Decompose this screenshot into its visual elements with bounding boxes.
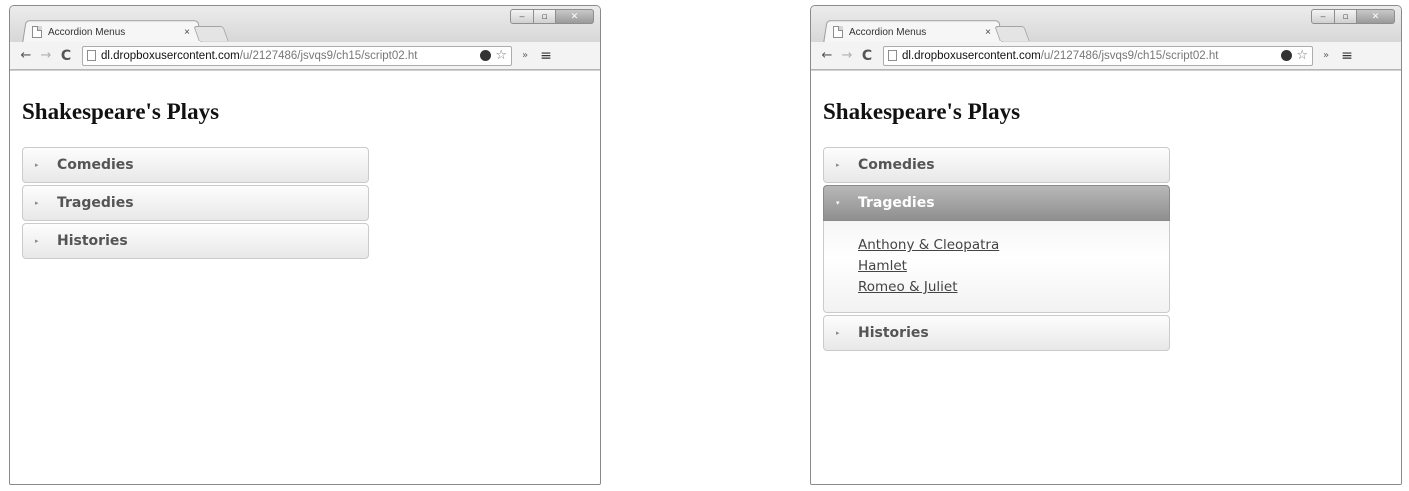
- reload-icon[interactable]: C: [56, 48, 76, 64]
- reload-icon[interactable]: C: [857, 48, 877, 64]
- collapsed-arrow-icon: ▸: [836, 329, 840, 337]
- menu-icon[interactable]: ≡: [1339, 48, 1355, 64]
- page-viewport: Shakespeare's Plays ▸ Comedies ▾ Tragedi…: [811, 70, 1401, 484]
- accordion-header-tragedies[interactable]: ▸ Tragedies: [22, 185, 369, 221]
- play-link[interactable]: Anthony & Cleopatra: [858, 235, 1169, 256]
- close-window-button[interactable]: ✕: [1357, 9, 1395, 24]
- menu-icon[interactable]: ≡: [538, 48, 554, 64]
- omnibox-actions: ☆: [480, 48, 511, 63]
- back-icon[interactable]: ←: [817, 48, 837, 63]
- browser-tab[interactable]: Accordion Menus ×: [833, 23, 995, 41]
- accordion-header-tragedies[interactable]: ▾ Tragedies: [823, 185, 1170, 221]
- accordion-label: Comedies: [57, 157, 134, 173]
- url-text[interactable]: dl.dropboxusercontent.com/u/2127486/jsvq…: [101, 50, 480, 62]
- forward-icon[interactable]: →: [837, 48, 857, 63]
- new-tab-button[interactable]: [994, 26, 1030, 41]
- accordion-header-comedies[interactable]: ▸ Comedies: [22, 147, 369, 183]
- page-title: Shakespeare's Plays: [22, 99, 220, 124]
- page-viewport: Shakespeare's Plays ▸ Comedies ▸ Tragedi…: [10, 70, 600, 484]
- collapsed-arrow-icon: ▸: [836, 161, 840, 169]
- window-controls: ‒ ▫ ✕: [510, 9, 594, 24]
- tab-close-icon[interactable]: ×: [985, 27, 991, 38]
- browser-toolbar: ← → C dl.dropboxusercontent.com/u/212748…: [10, 42, 600, 70]
- extension-icon[interactable]: [480, 50, 492, 61]
- accordion-header-histories[interactable]: ▸ Histories: [823, 315, 1170, 351]
- address-bar[interactable]: dl.dropboxusercontent.com/u/2127486/jsvq…: [883, 45, 1313, 66]
- page-icon: [833, 26, 843, 38]
- page-icon: [32, 26, 42, 38]
- page-title: Shakespeare's Plays: [823, 99, 1021, 124]
- extension-icon[interactable]: [1281, 50, 1293, 61]
- overflow-icon[interactable]: »: [518, 50, 532, 61]
- accordion-menu: ▸ Comedies ▾ Tragedies Anthony & Cleopat…: [823, 147, 1170, 353]
- bookmark-star-icon[interactable]: ☆: [1296, 48, 1308, 63]
- url-path: /u/2127486/jsvqs9/ch15/script02.ht: [239, 49, 418, 62]
- minimize-button[interactable]: ‒: [1311, 9, 1335, 24]
- page-icon: [888, 50, 897, 61]
- title-bar: Accordion Menus × ‒ ▫ ✕: [811, 6, 1401, 43]
- back-icon[interactable]: ←: [16, 48, 36, 63]
- new-tab-button[interactable]: [193, 26, 229, 41]
- forward-icon[interactable]: →: [36, 48, 56, 63]
- tab-title: Accordion Menus: [48, 26, 126, 38]
- close-window-button[interactable]: ✕: [556, 9, 594, 24]
- page-icon: [87, 50, 96, 61]
- bookmark-star-icon[interactable]: ☆: [495, 48, 507, 63]
- browser-window-right: Accordion Menus × ‒ ▫ ✕ ← → C dl.dropbox…: [810, 5, 1402, 485]
- minimize-button[interactable]: ‒: [510, 9, 534, 24]
- browser-toolbar: ← → C dl.dropboxusercontent.com/u/212748…: [811, 42, 1401, 70]
- accordion-header-histories[interactable]: ▸ Histories: [22, 223, 369, 259]
- url-text[interactable]: dl.dropboxusercontent.com/u/2127486/jsvq…: [902, 50, 1281, 62]
- address-bar[interactable]: dl.dropboxusercontent.com/u/2127486/jsvq…: [82, 45, 512, 66]
- play-link[interactable]: Hamlet: [858, 256, 1169, 277]
- expanded-arrow-icon: ▾: [836, 199, 840, 207]
- url-path: /u/2127486/jsvqs9/ch15/script02.ht: [1040, 49, 1219, 62]
- omnibox-actions: ☆: [1281, 48, 1312, 63]
- accordion-header-comedies[interactable]: ▸ Comedies: [823, 147, 1170, 183]
- collapsed-arrow-icon: ▸: [35, 161, 39, 169]
- accordion-label: Tragedies: [57, 195, 134, 211]
- play-link[interactable]: Romeo & Juliet: [858, 277, 1169, 298]
- collapsed-arrow-icon: ▸: [35, 237, 39, 245]
- url-host: dl.dropboxusercontent.com: [101, 49, 240, 62]
- tab-title: Accordion Menus: [849, 26, 927, 38]
- window-controls: ‒ ▫ ✕: [1311, 9, 1395, 24]
- collapsed-arrow-icon: ▸: [35, 199, 39, 207]
- accordion-label: Histories: [57, 233, 128, 249]
- accordion-label: Comedies: [858, 157, 935, 173]
- tab-close-icon[interactable]: ×: [184, 27, 190, 38]
- title-bar: Accordion Menus × ‒ ▫ ✕: [10, 6, 600, 43]
- browser-tab[interactable]: Accordion Menus ×: [32, 23, 194, 41]
- maximize-button[interactable]: ▫: [534, 9, 556, 24]
- accordion-panel-tragedies: Anthony & Cleopatra Hamlet Romeo & Julie…: [823, 221, 1170, 313]
- accordion-label: Tragedies: [858, 195, 935, 211]
- maximize-button[interactable]: ▫: [1335, 9, 1357, 24]
- browser-window-left: Accordion Menus × ‒ ▫ ✕ ← → C dl.dropbox…: [9, 5, 601, 485]
- overflow-icon[interactable]: »: [1319, 50, 1333, 61]
- accordion-menu: ▸ Comedies ▸ Tragedies ▸ Histories: [22, 147, 369, 261]
- accordion-label: Histories: [858, 325, 929, 341]
- url-host: dl.dropboxusercontent.com: [902, 49, 1041, 62]
